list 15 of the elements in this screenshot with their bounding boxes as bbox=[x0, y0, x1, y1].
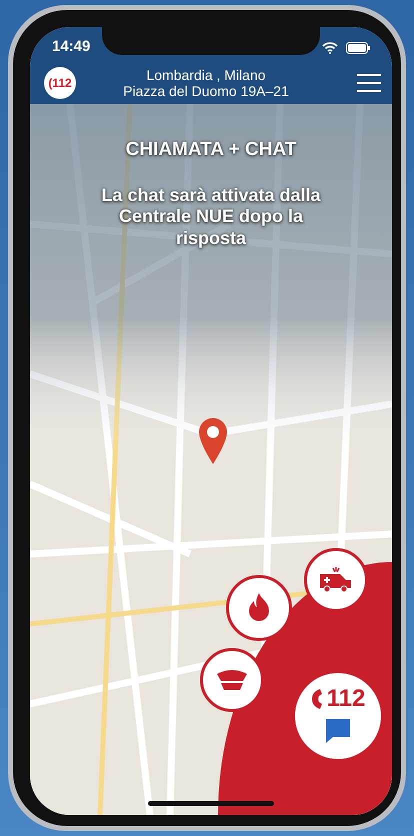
status-time: 14:49 bbox=[52, 37, 90, 58]
police-cap-icon bbox=[215, 668, 249, 692]
wifi-icon bbox=[322, 42, 338, 54]
logo: (112 bbox=[44, 67, 76, 99]
region-text: Lombardia , Milano bbox=[145, 66, 267, 83]
banner-message: La chat sarà attivata dalla Centrale NUE dopo la risposta bbox=[100, 184, 322, 250]
battery-icon bbox=[346, 42, 370, 54]
banner-title: CHIAMATA + CHAT bbox=[124, 138, 298, 162]
address-text: Piazza del Duomo 19A–21 bbox=[122, 83, 290, 100]
fire-icon bbox=[246, 592, 272, 624]
chat-bubble-icon bbox=[324, 717, 352, 745]
ambulance-icon bbox=[319, 566, 353, 594]
location-pin-icon bbox=[198, 417, 228, 465]
menu-icon[interactable] bbox=[356, 71, 382, 95]
phone-icon bbox=[310, 688, 323, 710]
